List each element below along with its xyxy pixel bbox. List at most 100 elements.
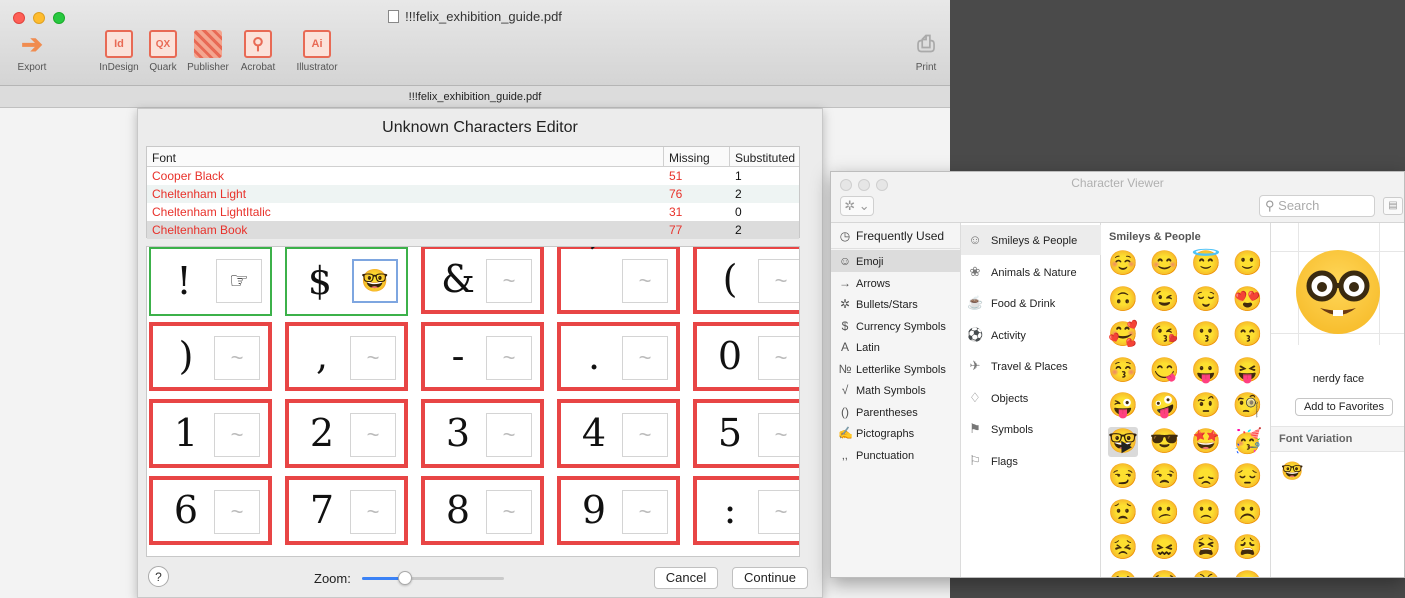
zoom-slider-knob[interactable] xyxy=(398,571,412,585)
character-cell[interactable]: ) ~ xyxy=(149,322,272,391)
emoji-item[interactable]: 🤩 xyxy=(1191,427,1221,457)
substitution-slot[interactable]: ~ xyxy=(486,336,532,380)
substitution-slot[interactable]: ~ xyxy=(758,336,799,380)
subcategory-item[interactable]: ✈ Travel & Places xyxy=(961,351,1101,381)
category-item[interactable]: A Latin xyxy=(831,336,961,358)
emoji-item[interactable]: 😤 xyxy=(1191,569,1221,578)
cv-minimize-button[interactable] xyxy=(858,179,870,191)
character-cell[interactable]: $ 🤓 xyxy=(285,247,408,316)
character-cell[interactable]: 1 ~ xyxy=(149,399,272,468)
character-cell[interactable]: 0 ~ xyxy=(693,322,799,391)
category-item[interactable]: ☺ Emoji xyxy=(831,250,961,272)
column-header-missing[interactable]: Missing xyxy=(669,151,710,165)
column-header-substituted[interactable]: Substituted xyxy=(735,151,795,165)
category-item[interactable]: $ Currency Symbols xyxy=(831,315,961,337)
substitution-slot[interactable]: ~ xyxy=(486,259,532,303)
table-row[interactable]: Cheltenham LightItalic 31 0 xyxy=(147,203,799,221)
illustrator-button[interactable]: Ai Illustrator xyxy=(288,30,346,73)
substitution-slot[interactable]: ~ xyxy=(214,490,260,534)
character-cell[interactable]: ! ☞ xyxy=(149,247,272,316)
emoji-item[interactable]: 😩 xyxy=(1233,533,1263,563)
emoji-item[interactable]: 😙 xyxy=(1233,320,1263,350)
emoji-item[interactable]: 😢 xyxy=(1108,569,1138,578)
category-item[interactable]: → Arrows xyxy=(831,272,961,294)
emoji-item[interactable]: 😎 xyxy=(1150,427,1180,457)
subcategory-item[interactable]: ♢ Objects xyxy=(961,383,1101,413)
subcategory-item[interactable]: ⚑ Symbols xyxy=(961,414,1101,444)
emoji-item[interactable]: 🙁 xyxy=(1191,498,1221,528)
emoji-item[interactable]: 😌 xyxy=(1191,285,1221,315)
help-button[interactable]: ? xyxy=(148,566,169,587)
substitution-slot[interactable]: ~ xyxy=(214,336,260,380)
print-button[interactable]: ⎙ Print xyxy=(908,30,944,73)
table-row[interactable]: Cooper Black 51 1 xyxy=(147,167,799,185)
emoji-item[interactable]: 😚 xyxy=(1108,356,1138,386)
table-row[interactable]: Cheltenham Light 76 2 xyxy=(147,185,799,203)
emoji-item[interactable]: 😗 xyxy=(1191,320,1221,350)
substitution-slot[interactable]: ~ xyxy=(758,490,799,534)
character-cell[interactable]: : ~ xyxy=(693,476,799,545)
substitution-slot[interactable]: ~ xyxy=(622,259,668,303)
character-cell[interactable]: - ~ xyxy=(421,322,544,391)
substitution-slot[interactable]: ~ xyxy=(214,413,260,457)
substitution-slot[interactable]: 🤓 xyxy=(352,259,398,303)
substitution-slot[interactable]: ~ xyxy=(758,413,799,457)
subcategory-item[interactable]: ⚐ Flags xyxy=(961,446,1101,476)
emoji-item[interactable]: 😏 xyxy=(1108,462,1138,492)
emoji-item[interactable]: 😭 xyxy=(1150,569,1180,578)
substitution-slot[interactable]: ~ xyxy=(350,336,396,380)
search-input[interactable] xyxy=(1278,198,1369,213)
category-item[interactable]: ✲ Bullets/Stars xyxy=(831,293,961,315)
emoji-item[interactable]: 😞 xyxy=(1191,462,1221,492)
character-cell[interactable]: & ~ xyxy=(421,247,544,314)
add-to-favorites-button[interactable]: Add to Favorites xyxy=(1295,398,1393,416)
emoji-item[interactable]: 😛 xyxy=(1191,356,1221,386)
emoji-item[interactable]: 😠 xyxy=(1233,569,1263,578)
cv-close-button[interactable] xyxy=(840,179,852,191)
character-cell[interactable]: 8 ~ xyxy=(421,476,544,545)
quark-button[interactable]: QX Quark xyxy=(145,30,181,73)
emoji-item[interactable]: ☺️ xyxy=(1108,249,1138,279)
acrobat-button[interactable]: ⚲ Acrobat xyxy=(233,30,283,73)
emoji-item[interactable]: 🧐 xyxy=(1233,391,1263,421)
cv-zoom-button[interactable] xyxy=(876,179,888,191)
substitution-slot[interactable]: ~ xyxy=(758,259,799,303)
substitution-slot[interactable]: ~ xyxy=(622,490,668,534)
character-cell[interactable]: 4 ~ xyxy=(557,399,680,468)
sidebar-toggle-button[interactable]: ▤ xyxy=(1383,197,1403,215)
category-item[interactable]: ‚, Punctuation xyxy=(831,444,961,466)
subcategory-item[interactable]: ☕ Food & Drink xyxy=(961,288,1101,318)
emoji-item[interactable]: 😫 xyxy=(1191,533,1221,563)
substitution-slot[interactable]: ~ xyxy=(486,413,532,457)
substitution-slot[interactable]: ~ xyxy=(622,336,668,380)
character-cell[interactable]: (~ xyxy=(693,247,799,314)
character-cell[interactable]: ’ ~ xyxy=(557,247,680,314)
emoji-item[interactable]: 😝 xyxy=(1233,356,1263,386)
character-cell[interactable]: , ~ xyxy=(285,322,408,391)
emoji-item[interactable]: 🙂 xyxy=(1233,249,1263,279)
emoji-item[interactable]: 😖 xyxy=(1150,533,1180,563)
action-menu-button[interactable]: ✲ ⌄ xyxy=(840,196,874,216)
substitution-slot[interactable]: ~ xyxy=(350,490,396,534)
category-item[interactable]: № Letterlike Symbols xyxy=(831,358,961,380)
emoji-item[interactable]: 😍 xyxy=(1233,285,1263,315)
emoji-item[interactable]: ☹️ xyxy=(1233,498,1263,528)
substitution-slot[interactable]: ~ xyxy=(622,413,668,457)
substitution-slot[interactable]: ☞ xyxy=(216,259,262,303)
continue-button[interactable]: Continue xyxy=(732,567,808,589)
subcategory-item[interactable]: ❀ Animals & Nature xyxy=(961,257,1101,287)
export-button[interactable]: ➔ Export xyxy=(12,29,52,74)
character-cell[interactable]: 6 ~ xyxy=(149,476,272,545)
category-item[interactable]: √ Math Symbols xyxy=(831,379,961,401)
indesign-button[interactable]: Id InDesign xyxy=(97,30,141,73)
emoji-item[interactable]: 🤪 xyxy=(1150,391,1180,421)
substitution-slot[interactable]: ~ xyxy=(350,413,396,457)
emoji-item[interactable]: 🙃 xyxy=(1108,285,1138,315)
emoji-item[interactable]: 😉 xyxy=(1150,285,1180,315)
character-cell[interactable]: 7 ~ xyxy=(285,476,408,545)
font-variation-item[interactable]: 🤓 xyxy=(1281,461,1303,482)
emoji-item[interactable]: 😕 xyxy=(1150,498,1180,528)
character-cell[interactable]: 3 ~ xyxy=(421,399,544,468)
publisher-button[interactable]: Publisher xyxy=(183,30,233,73)
subcategory-item[interactable]: ⚽ Activity xyxy=(961,320,1101,350)
